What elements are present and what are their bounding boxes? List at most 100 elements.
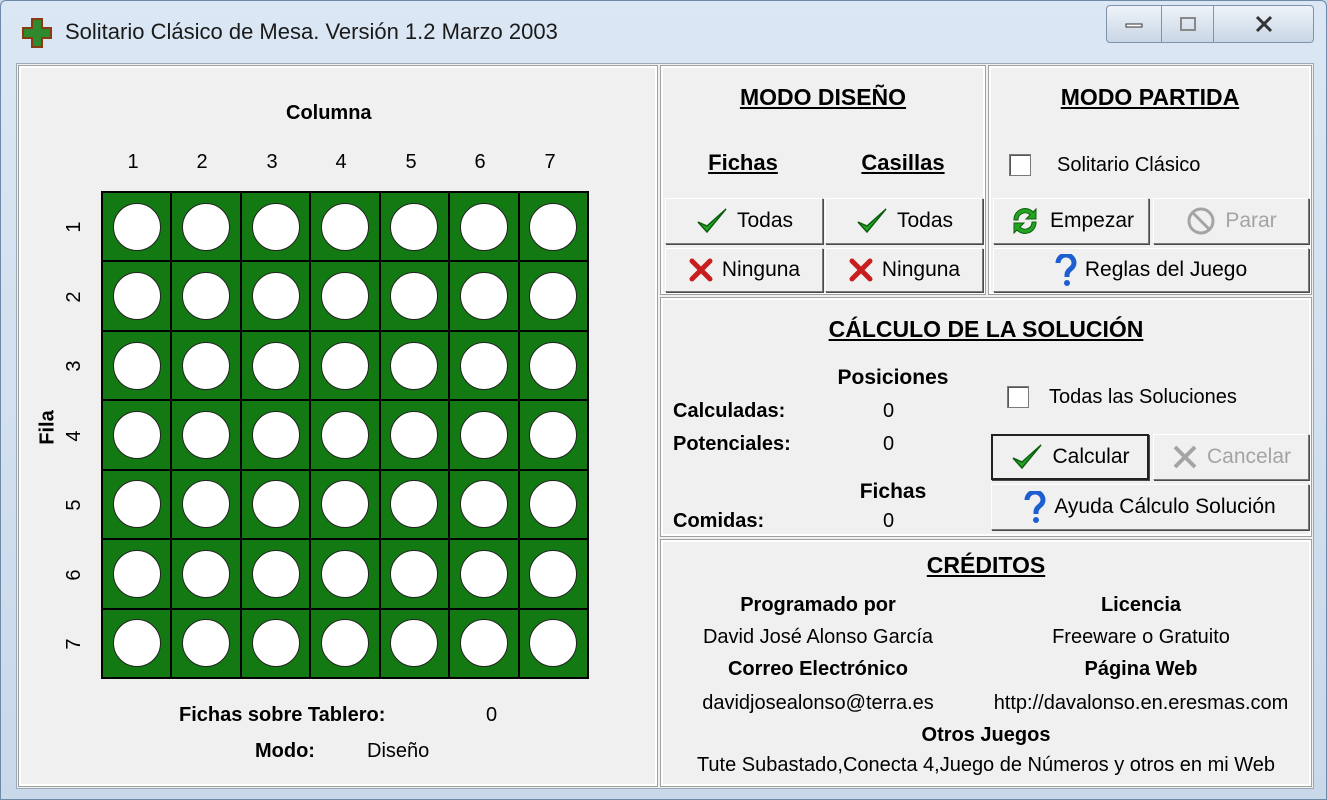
board-cell[interactable] (310, 330, 380, 401)
peg[interactable] (320, 272, 369, 321)
peg[interactable] (251, 341, 300, 390)
calculate-button[interactable]: Calcular (991, 434, 1149, 480)
board-cell[interactable] (449, 469, 519, 540)
board-cell[interactable] (102, 261, 172, 331)
peg[interactable] (182, 341, 231, 390)
peg[interactable] (251, 410, 300, 459)
board-cell[interactable] (171, 192, 241, 262)
minimize-button[interactable] (1106, 5, 1162, 43)
peg[interactable] (112, 480, 161, 529)
board-cell[interactable] (379, 261, 450, 331)
peg[interactable] (390, 341, 439, 390)
board-cell[interactable] (171, 608, 241, 678)
peg[interactable] (320, 341, 369, 390)
board-cell[interactable] (518, 539, 588, 609)
board-cell[interactable] (310, 469, 380, 540)
peg[interactable] (459, 341, 508, 390)
board-cell[interactable] (171, 330, 241, 401)
peg[interactable] (112, 410, 161, 459)
peg[interactable] (112, 202, 161, 251)
title-bar[interactable]: Solitario Clásico de Mesa. Versión 1.2 M… (1, 1, 1326, 63)
peg-board[interactable] (101, 191, 589, 679)
close-button[interactable] (1214, 5, 1314, 43)
board-cell[interactable] (310, 400, 380, 470)
peg[interactable] (182, 619, 231, 668)
peg[interactable] (182, 410, 231, 459)
casillas-ninguna-button[interactable]: Ninguna (825, 248, 983, 292)
peg[interactable] (529, 619, 578, 668)
peg[interactable] (112, 549, 161, 598)
board-cell[interactable] (379, 608, 450, 678)
all-solutions-label[interactable]: Todas las Soluciones (1049, 386, 1237, 409)
board-cell[interactable] (240, 330, 311, 401)
peg[interactable] (182, 272, 231, 321)
fichas-ninguna-button[interactable]: Ninguna (665, 248, 823, 292)
board-cell[interactable] (449, 330, 519, 401)
board-cell[interactable] (240, 608, 311, 678)
board-cell[interactable] (102, 608, 172, 678)
start-button[interactable]: Empezar (993, 198, 1149, 244)
peg[interactable] (320, 619, 369, 668)
peg[interactable] (251, 549, 300, 598)
board-cell[interactable] (518, 400, 588, 470)
board-cell[interactable] (449, 192, 519, 262)
peg[interactable] (112, 272, 161, 321)
peg[interactable] (390, 480, 439, 529)
stop-button[interactable]: Parar (1153, 198, 1309, 244)
peg[interactable] (529, 202, 578, 251)
peg[interactable] (529, 410, 578, 459)
board-cell[interactable] (240, 400, 311, 470)
board-cell[interactable] (518, 330, 588, 401)
solitario-clasico-label[interactable]: Solitario Clásico (1057, 154, 1200, 177)
board-cell[interactable] (379, 330, 450, 401)
solitario-clasico-checkbox[interactable] (1009, 154, 1031, 176)
board-cell[interactable] (102, 330, 172, 401)
board-cell[interactable] (518, 469, 588, 540)
board-cell[interactable] (518, 261, 588, 331)
board-cell[interactable] (171, 469, 241, 540)
peg[interactable] (390, 619, 439, 668)
peg[interactable] (251, 202, 300, 251)
board-cell[interactable] (240, 261, 311, 331)
peg[interactable] (459, 202, 508, 251)
peg[interactable] (251, 619, 300, 668)
board-cell[interactable] (449, 608, 519, 678)
rules-button[interactable]: Reglas del Juego (993, 248, 1309, 292)
board-cell[interactable] (240, 469, 311, 540)
board-cell[interactable] (102, 192, 172, 262)
peg[interactable] (459, 549, 508, 598)
casillas-todas-button[interactable]: Todas (825, 198, 983, 244)
peg[interactable] (459, 480, 508, 529)
peg[interactable] (182, 480, 231, 529)
peg[interactable] (251, 272, 300, 321)
peg[interactable] (529, 549, 578, 598)
peg[interactable] (320, 410, 369, 459)
peg[interactable] (112, 619, 161, 668)
board-cell[interactable] (310, 192, 380, 262)
cancel-button[interactable]: Cancelar (1153, 434, 1309, 480)
board-cell[interactable] (171, 539, 241, 609)
board-cell[interactable] (518, 192, 588, 262)
board-cell[interactable] (102, 539, 172, 609)
peg[interactable] (112, 341, 161, 390)
peg[interactable] (251, 480, 300, 529)
board-cell[interactable] (310, 608, 380, 678)
peg[interactable] (182, 202, 231, 251)
board-cell[interactable] (310, 539, 380, 609)
board-cell[interactable] (449, 261, 519, 331)
board-cell[interactable] (102, 469, 172, 540)
peg[interactable] (390, 410, 439, 459)
board-cell[interactable] (379, 539, 450, 609)
peg[interactable] (529, 341, 578, 390)
maximize-button[interactable] (1162, 5, 1214, 43)
board-cell[interactable] (171, 400, 241, 470)
board-cell[interactable] (379, 469, 450, 540)
board-cell[interactable] (379, 192, 450, 262)
board-cell[interactable] (310, 261, 380, 331)
peg[interactable] (390, 202, 439, 251)
peg[interactable] (459, 410, 508, 459)
peg[interactable] (390, 272, 439, 321)
peg[interactable] (529, 480, 578, 529)
board-cell[interactable] (102, 400, 172, 470)
peg[interactable] (459, 619, 508, 668)
